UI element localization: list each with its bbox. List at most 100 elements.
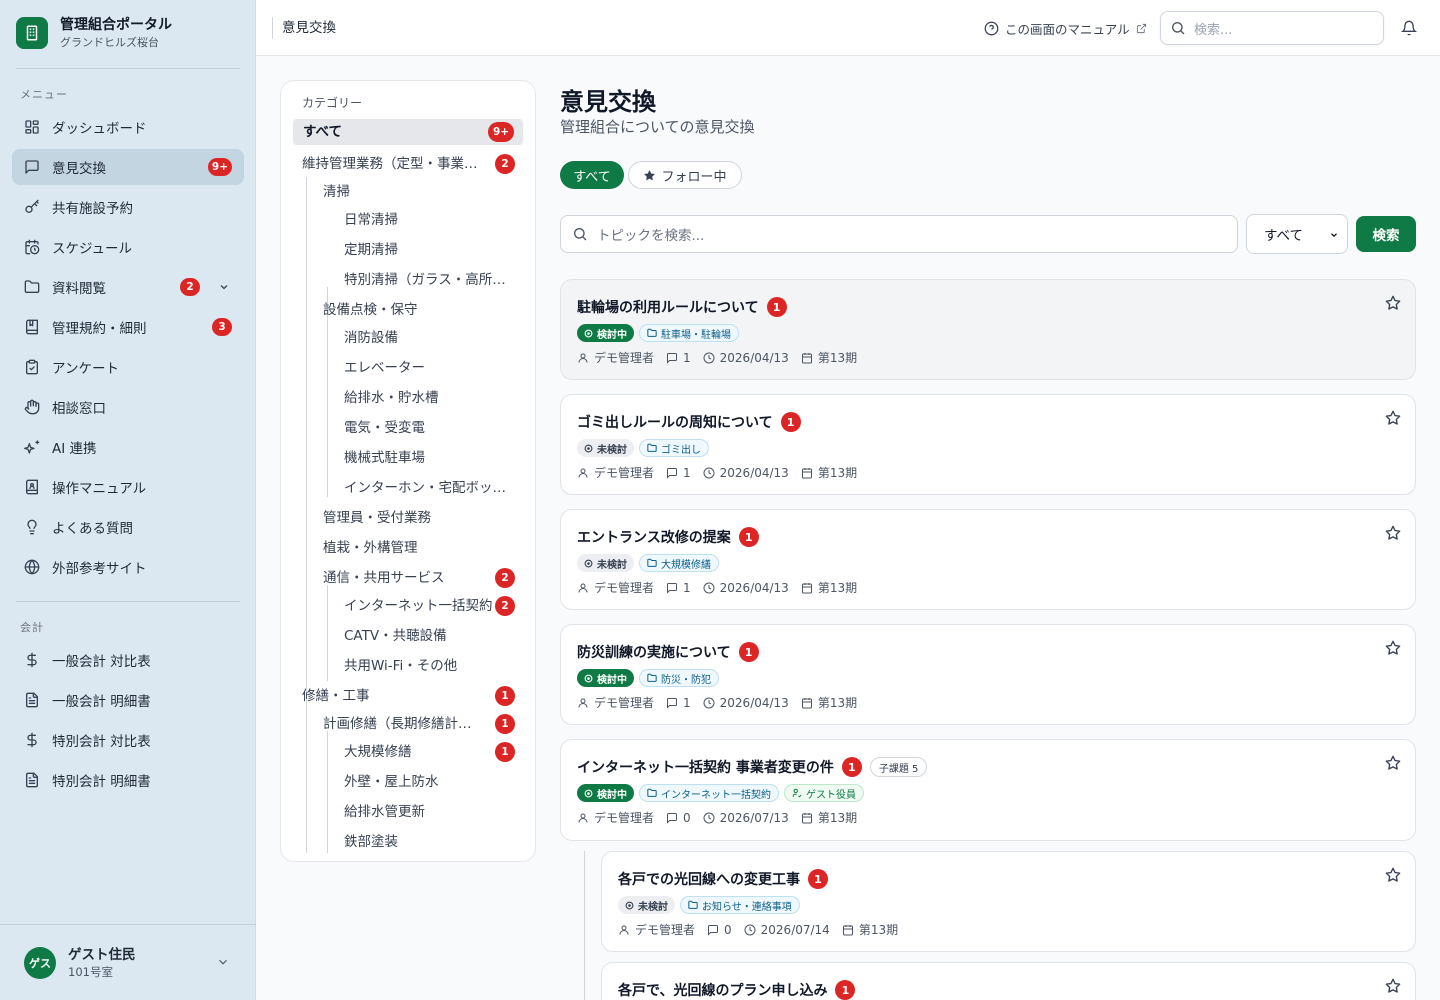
category-item[interactable]: 管理員・受付業務 [323, 505, 483, 531]
star-outline-icon[interactable] [1385, 295, 1401, 311]
date: 2026/04/13 [703, 581, 789, 595]
sidebar-item-menu-7[interactable]: 相談窓口 [12, 389, 244, 425]
topic-card[interactable]: 防災訓練の実施について 1 検討中 防災・防犯デモ管理者 1 2026/04/13 第13期 [560, 624, 1416, 725]
category-tag[interactable]: インターネット一括契約 [639, 784, 779, 802]
category-item[interactable]: 日常清掃 [344, 207, 512, 233]
sidebar-item-menu-1[interactable]: 意見交換 9+ [12, 149, 244, 185]
sidebar-item-menu-5[interactable]: 管理規約・細則 3 [12, 309, 244, 345]
topic-card[interactable]: エントランス改修の提案 1 未検討 大規模修繕 デモ管理者 1 2026/04/13 第13期 [560, 509, 1416, 610]
star-outline-icon[interactable] [1385, 867, 1401, 883]
sidebar-item-menu-10[interactable]: よくある質問 [12, 509, 244, 545]
star-outline-icon[interactable] [1385, 525, 1401, 541]
category-item[interactable]: 大規模修繕 [344, 739, 512, 765]
sidebar-item-menu-2[interactable]: 共有施設予約 [12, 189, 244, 225]
category-tag[interactable]: 大規模修繕 [639, 554, 719, 572]
topic-title[interactable]: 防災訓練の実施について [577, 642, 731, 662]
sidebar-item-menu-3[interactable]: スケジュール [12, 229, 244, 265]
topic-title[interactable]: 各戸で、光回線のプラン申し込み [618, 980, 827, 1000]
topic-tags: 検討中 防災・防犯 [577, 669, 719, 687]
filter-follow-chip[interactable]: フォロー中 [628, 161, 742, 189]
category-item[interactable]: 維持管理業務（定型・事業者対応） [302, 151, 484, 177]
sidebar-item-menu-11[interactable]: 外部参考サイト [12, 549, 244, 585]
category-item[interactable]: CATV・共聴設備 [344, 623, 512, 649]
category-item[interactable]: 給排水・貯水槽 [344, 385, 512, 411]
category-tag[interactable]: 防災・防犯 [639, 669, 719, 687]
topic-card[interactable]: 各戸での光回線への変更工事 1 未検討 お知らせ・連絡事項 デモ管理者 0 2026/07/… [601, 851, 1416, 952]
sidebar-item-acct-1[interactable]: 一般会計 明細書 [12, 682, 244, 718]
category-item[interactable]: 植栽・外構管理 [323, 535, 483, 561]
category-item[interactable]: 清掃 [323, 179, 483, 205]
category-tag[interactable]: 駐車場・駐輪場 [639, 324, 739, 342]
brand[interactable]: 管理組合ポータル グランドヒルズ桜台 [16, 16, 172, 50]
category-item[interactable]: 電気・受変電 [344, 415, 512, 441]
star-outline-icon[interactable] [1385, 755, 1401, 771]
bell-icon[interactable] [1401, 20, 1417, 36]
star-outline-icon[interactable] [1385, 978, 1401, 994]
topic-meta: デモ管理者 1 2026/04/13 第13期 [577, 694, 857, 711]
sidebar-item-acct-3[interactable]: 特別会計 明細書 [12, 762, 244, 798]
sidebar-item-menu-0[interactable]: ダッシュボード [12, 109, 244, 145]
topic-title-row: インターネット一括契約 事業者変更の件 1 子課題 5 [577, 757, 928, 777]
category-item[interactable]: 給排水管更新 [344, 799, 512, 825]
star-outline-icon[interactable] [1385, 410, 1401, 426]
help-circle-icon [984, 21, 999, 36]
category-item[interactable]: エレベーター [344, 355, 512, 381]
term: 第13期 [801, 464, 857, 481]
topic-title-row: 防災訓練の実施について 1 [577, 642, 759, 662]
calendar-icon [842, 924, 853, 935]
filter-all-chip[interactable]: すべて [560, 161, 624, 189]
category-item[interactable]: 修繕・工事 [302, 683, 484, 709]
status-select[interactable]: すべて [1246, 214, 1348, 254]
sidebar-item-acct-0[interactable]: 一般会計 対比表 [12, 642, 244, 678]
sidebar-item-menu-8[interactable]: AI 連携 [12, 429, 244, 465]
unread-badge: 1 [495, 742, 515, 762]
sidebar-item-menu-9[interactable]: 操作マニュアル [12, 469, 244, 505]
category-item[interactable]: インターホン・宅配ボックス [344, 475, 512, 501]
sidebar-item-menu-4[interactable]: 資料閲覧 2 [12, 269, 244, 305]
status-circle-icon [584, 559, 593, 567]
topic-title[interactable]: 各戸での光回線への変更工事 [618, 869, 800, 889]
topic-title[interactable]: エントランス改修の提案 [577, 527, 731, 547]
tag-label: お知らせ・連絡事項 [702, 901, 792, 913]
manual-link[interactable]: この画面のマニュアル [984, 19, 1147, 38]
breadcrumb: 意見交換 [272, 17, 336, 39]
guest-officer-tag[interactable]: ゲスト役員 [784, 784, 864, 802]
status-label: 検討中 [597, 674, 627, 686]
category-item[interactable]: 消防設備 [344, 325, 512, 351]
document-icon [26, 772, 38, 788]
category-tag[interactable]: お知らせ・連絡事項 [680, 896, 800, 914]
category-item[interactable]: 共用Wi-Fi・その他 [344, 653, 512, 679]
topic-card[interactable]: インターネット一括契約 事業者変更の件 1 子課題 5 検討中 インターネット一括契約 ゲ… [560, 739, 1416, 841]
topic-search-input[interactable]: トピックを検索... [560, 215, 1238, 253]
category-item[interactable]: 外壁・屋上防水 [344, 769, 512, 795]
clock-icon [703, 812, 715, 823]
topic-title[interactable]: 駐輪場の利用ルールについて [577, 297, 759, 317]
author: デモ管理者 [618, 921, 695, 938]
topic-card[interactable]: 各戸で、光回線のプラン申し込み 1 [601, 962, 1416, 1000]
sidebar-item-menu-6[interactable]: アンケート [12, 349, 244, 385]
category-item[interactable]: 特別清掃（ガラス・高所等） [344, 267, 512, 293]
topic-title[interactable]: インターネット一括契約 事業者変更の件 [577, 757, 834, 777]
chevron-down-icon [219, 959, 227, 965]
category-item[interactable]: 通信・共用サービス [323, 565, 483, 591]
category-item[interactable]: 鉄部塗装 [344, 829, 512, 855]
global-search-input[interactable]: 検索... [1160, 11, 1384, 45]
sidebar-item-label: 資料閲覧 [52, 281, 106, 297]
key-icon [25, 199, 39, 213]
topic-card[interactable]: 駐輪場の利用ルールについて 1 検討中 駐車場・駐輪場 デモ管理者 1 2026/04/13… [560, 279, 1416, 380]
status-circle-icon [584, 674, 593, 682]
category-tag[interactable]: ゴミ出し [639, 439, 709, 457]
category-item[interactable]: 定期清掃 [344, 237, 512, 263]
topic-title[interactable]: ゴミ出しルールの周知について [577, 412, 773, 432]
category-item[interactable]: インターネット一括契約 [344, 593, 512, 619]
star-outline-icon[interactable] [1385, 640, 1401, 656]
topic-card[interactable]: ゴミ出しルールの周知について 1 未検討 ゴミ出し デモ管理者 1 2026/04/13 第1… [560, 394, 1416, 495]
page-subtitle: 管理組合についての意見交換 [560, 118, 755, 136]
category-item[interactable]: 計画修繕（長期修繕計画） [323, 711, 483, 737]
user-menu[interactable]: ゲス ゲスト住民 101号室 [0, 924, 256, 1000]
search-button[interactable]: 検索 [1356, 216, 1416, 252]
sidebar-item-acct-2[interactable]: 特別会計 対比表 [12, 722, 244, 758]
category-item[interactable]: 機械式駐車場 [344, 445, 512, 471]
category-item[interactable]: 設備点検・保守 [323, 297, 483, 323]
topic-meta: デモ管理者 0 2026/07/14 第13期 [618, 921, 898, 938]
